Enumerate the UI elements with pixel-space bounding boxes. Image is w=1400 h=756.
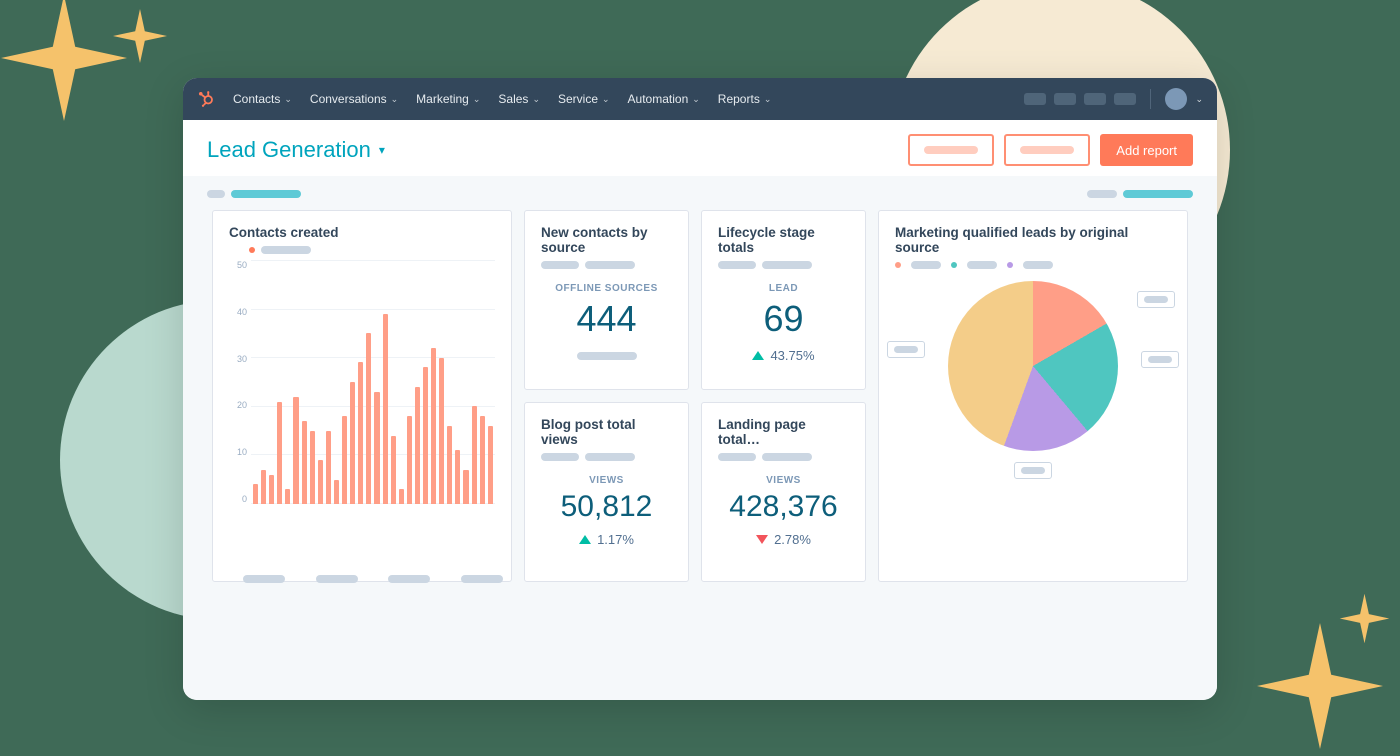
pie [948, 281, 1118, 451]
metric-value: 428,376 [718, 490, 849, 524]
nav-service[interactable]: Service ⌄ [558, 92, 610, 106]
card-title: Marketing qualified leads by original so… [895, 225, 1171, 255]
pie-slice-label [887, 341, 925, 358]
caret-down-icon: ▾ [379, 143, 385, 157]
pie-slice-label [1137, 291, 1175, 308]
header-actions: Add report [908, 134, 1193, 166]
dashboard: Contacts created 50403020100 [183, 176, 1217, 700]
avatar[interactable] [1165, 88, 1187, 110]
nav-label: Automation [628, 92, 689, 106]
pie-chart [895, 281, 1171, 451]
placeholder [1020, 146, 1074, 154]
pie-slice-label [1014, 462, 1052, 479]
nav-automation[interactable]: Automation⌄ [628, 92, 700, 106]
nav-marketing[interactable]: Marketing ⌄ [416, 92, 480, 106]
dash-filter-row [205, 186, 1195, 200]
nav-util-icon[interactable] [1114, 93, 1136, 105]
nav-sales[interactable]: Sales ⌄ [498, 92, 540, 106]
trend-up-icon [579, 535, 591, 544]
metric-delta: 43.75% [718, 348, 849, 363]
chart-legend [249, 246, 495, 254]
chevron-down-icon: ⌄ [284, 94, 292, 105]
metric-value: 69 [718, 298, 849, 340]
chevron-down-icon: ⌄ [532, 94, 540, 105]
hubspot-logo-icon[interactable] [197, 90, 215, 108]
nav-label: Marketing [416, 92, 469, 106]
card-title: Blog post total views [541, 417, 672, 447]
placeholder [1087, 190, 1117, 198]
legend-dot-icon [895, 262, 901, 268]
metric-delta: 1.17% [541, 532, 672, 547]
header-action-button[interactable] [908, 134, 994, 166]
pie-legend [895, 261, 1171, 269]
nav-label: Reports [718, 92, 760, 106]
chevron-down-icon: ⌄ [602, 94, 610, 105]
metric-label: LEAD [718, 283, 849, 294]
card-mql[interactable]: Marketing qualified leads by original so… [878, 210, 1188, 582]
placeholder [207, 190, 225, 198]
bar-chart: 50403020100 [229, 260, 495, 520]
sparkle-icon [110, 6, 170, 66]
placeholder [1123, 190, 1193, 198]
nav-contacts[interactable]: Contacts ⌄ [233, 92, 292, 106]
card-title: Lifecycle stage totals [718, 225, 849, 255]
dashboard-grid: Contacts created 50403020100 [205, 210, 1195, 582]
page-title-dropdown[interactable]: Lead Generation ▾ [207, 137, 385, 163]
divider [1150, 89, 1151, 109]
metric-value: 444 [541, 298, 672, 340]
nav-util-icon[interactable] [1024, 93, 1046, 105]
legend-dot-icon [951, 262, 957, 268]
nav-utility: ⌄ [1024, 88, 1203, 110]
nav-util-icon[interactable] [1084, 93, 1106, 105]
nav-label: Contacts [233, 92, 280, 106]
bars [251, 260, 495, 504]
chevron-down-icon: ⌄ [473, 94, 481, 105]
nav-util-icon[interactable] [1054, 93, 1076, 105]
trend-down-icon [756, 535, 768, 544]
card-title: Landing page total… [718, 417, 849, 447]
nav-conversations[interactable]: Conversations ⌄ [310, 92, 398, 106]
top-nav: Contacts ⌄ Conversations ⌄ Marketing ⌄ Sale… [183, 78, 1217, 120]
card-contacts-created[interactable]: Contacts created 50403020100 [212, 210, 512, 582]
metric-value: 50,812 [541, 490, 672, 524]
chevron-down-icon: ⌄ [692, 94, 700, 105]
add-report-button[interactable]: Add report [1100, 134, 1193, 166]
trend-up-icon [752, 351, 764, 360]
app-window: Contacts ⌄ Conversations ⌄ Marketing ⌄ Sale… [183, 78, 1217, 700]
metric-delta: 2.78% [718, 532, 849, 547]
metric-label: VIEWS [541, 475, 672, 486]
placeholder [231, 190, 301, 198]
x-axis-placeholder [235, 575, 511, 583]
card-title: Contacts created [229, 225, 495, 240]
chevron-down-icon: ⌄ [391, 94, 399, 105]
sparkle-icon [1337, 591, 1392, 646]
legend-dot-icon [1007, 262, 1013, 268]
card-landing[interactable]: Landing page total… VIEWS 428,376 2.78% [701, 402, 866, 582]
placeholder [924, 146, 978, 154]
card-blog[interactable]: Blog post total views VIEWS 50,812 1.17% [524, 402, 689, 582]
chevron-down-icon: ⌄ [764, 94, 772, 105]
nav-menu: Contacts ⌄ Conversations ⌄ Marketing ⌄ Sale… [233, 92, 1024, 106]
metric-label: VIEWS [718, 475, 849, 486]
header-action-button[interactable] [1004, 134, 1090, 166]
page-title: Lead Generation [207, 137, 371, 163]
page-header: Lead Generation ▾ Add report [183, 120, 1217, 176]
nav-reports[interactable]: Reports ⌄ [718, 92, 772, 106]
nav-label: Sales [498, 92, 528, 106]
metric-label: OFFLINE SOURCES [541, 283, 672, 294]
card-lifecycle[interactable]: Lifecycle stage totals LEAD 69 43.75% [701, 210, 866, 390]
placeholder [261, 246, 311, 254]
card-new-contacts[interactable]: New contacts by source OFFLINE SOURCES 4… [524, 210, 689, 390]
legend-dot-icon [249, 247, 255, 253]
y-axis: 50403020100 [229, 260, 247, 520]
nav-label: Service [558, 92, 598, 106]
nav-label: Conversations [310, 92, 387, 106]
chevron-down-icon[interactable]: ⌄ [1195, 94, 1203, 105]
pie-slice-label [1141, 351, 1179, 368]
placeholder [577, 352, 637, 360]
card-title: New contacts by source [541, 225, 672, 255]
